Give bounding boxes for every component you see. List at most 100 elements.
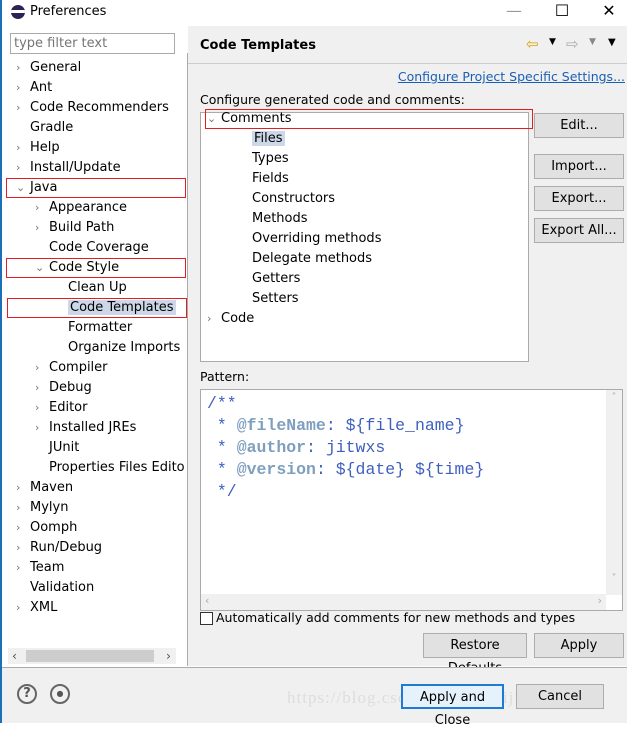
tree-item-label: Getters	[252, 271, 301, 286]
tree-item-label: Fields	[252, 171, 289, 186]
chevron-right-icon[interactable]: ›	[16, 538, 30, 558]
auto-comments-checkbox[interactable]	[200, 612, 213, 625]
highlight-box	[6, 178, 186, 198]
tree-item[interactable]: › Appearance	[35, 198, 127, 218]
tree-item[interactable]: › Installed JREs	[35, 418, 136, 438]
minimize-button[interactable]: —	[494, 0, 534, 24]
restore-defaults-button[interactable]: Restore Defaults	[423, 633, 527, 676]
tree-item[interactable]: › Code	[207, 309, 254, 329]
tree-item[interactable]: › Help	[16, 138, 60, 158]
tree-item-label: Editor	[49, 400, 88, 415]
cancel-button[interactable]: Cancel	[516, 684, 604, 709]
tree-item[interactable]: Organize Imports	[54, 338, 180, 358]
filter-input[interactable]	[10, 33, 175, 54]
chevron-right-icon[interactable]: ›	[16, 558, 30, 578]
tree-item-label: Constructors	[252, 191, 336, 206]
tree-item[interactable]: › Mylyn	[16, 498, 68, 518]
tree-item[interactable]: › Team	[16, 558, 64, 578]
chevron-right-icon[interactable]: ›	[16, 498, 30, 518]
configure-project-link[interactable]: Configure Project Specific Settings...	[398, 69, 625, 84]
chevron-right-icon[interactable]: ›	[35, 358, 49, 378]
scrollbar-thumb[interactable]	[26, 650, 154, 662]
tree-item[interactable]: › Debug	[35, 378, 92, 398]
import-export-icon[interactable]: ●	[50, 684, 70, 704]
tree-item-label: Properties Files Edito	[49, 460, 185, 475]
tree-item-label: Debug	[49, 380, 92, 395]
tree-item[interactable]: › Code Recommenders	[16, 98, 169, 118]
chevron-right-icon[interactable]: ›	[35, 198, 49, 218]
pattern-horizontal-scrollbar[interactable]: ‹ ›	[201, 594, 606, 610]
close-button[interactable]: ✕	[589, 0, 627, 24]
chevron-right-icon[interactable]: ›	[16, 78, 30, 98]
tree-item[interactable]: Fields	[238, 169, 289, 189]
forward-menu-icon[interactable]: ▼	[589, 37, 596, 47]
chevron-right-icon[interactable]: ›	[35, 378, 49, 398]
tree-item[interactable]: › XML	[16, 598, 57, 618]
scroll-right-icon[interactable]: ›	[166, 648, 171, 663]
chevron-right-icon[interactable]: ›	[16, 158, 30, 178]
apply-and-close-button[interactable]: Apply and Close	[401, 684, 504, 728]
tree-item[interactable]: › Oomph	[16, 518, 77, 538]
chevron-right-icon[interactable]: ›	[16, 98, 30, 118]
chevron-right-icon[interactable]: ›	[207, 309, 221, 329]
tree-item[interactable]: Gradle	[16, 118, 73, 138]
chevron-right-icon[interactable]: ›	[16, 518, 30, 538]
tree-item[interactable]: › Install/Update	[16, 158, 121, 178]
export-button[interactable]: Export...	[534, 186, 624, 211]
back-arrow-icon[interactable]: ⇦	[526, 35, 539, 53]
chevron-right-icon[interactable]: ›	[16, 598, 30, 618]
import-button[interactable]: Import...	[534, 154, 624, 179]
tree-item[interactable]: › Ant	[16, 78, 52, 98]
tree-item[interactable]: Methods	[238, 209, 308, 229]
tree-item-label: Build Path	[49, 220, 115, 235]
code-text: : ${date} ${time}	[315, 460, 485, 479]
apply-button[interactable]: Apply	[534, 633, 624, 658]
tree-item[interactable]: Clean Up	[54, 278, 127, 298]
horizontal-scrollbar[interactable]: ‹ ›	[8, 648, 176, 664]
code-tag: @fileName	[236, 416, 326, 435]
tree-item-label: Setters	[252, 291, 299, 306]
tree-item[interactable]: Constructors	[238, 189, 335, 209]
tree-item[interactable]: Delegate methods	[238, 249, 372, 269]
edit-button[interactable]: Edit...	[534, 113, 624, 138]
tree-item[interactable]: Code Coverage	[35, 238, 149, 258]
tree-item[interactable]: Getters	[238, 269, 300, 289]
eclipse-logo-icon	[11, 5, 25, 19]
content-pane: Code Templates ⇦ ▼ ⇨ ▼ ▼ Configure Proje…	[188, 26, 627, 676]
tree-item[interactable]: Files	[238, 129, 285, 149]
pattern-editor[interactable]: /** * @fileName: ${file_name} * @author:…	[200, 389, 623, 611]
maximize-button[interactable]: ☐	[542, 0, 582, 24]
tree-item-label: Clean Up	[68, 280, 127, 295]
code-line: * @version: ${date} ${time}	[207, 459, 484, 481]
chevron-right-icon[interactable]: ›	[16, 478, 30, 498]
help-icon[interactable]: ?	[17, 684, 37, 704]
chevron-right-icon[interactable]: ›	[35, 418, 49, 438]
tree-item[interactable]: › Compiler	[35, 358, 108, 378]
tree-item[interactable]: Properties Files Edito	[35, 458, 185, 478]
view-menu-icon[interactable]: ▼	[608, 37, 616, 48]
forward-arrow-icon[interactable]: ⇨	[566, 35, 579, 53]
vertical-scrollbar[interactable]: ˄ ˅	[606, 390, 622, 595]
chevron-right-icon[interactable]: ›	[16, 60, 30, 78]
tree-item[interactable]: Formatter	[54, 318, 132, 338]
tree-item[interactable]: Setters	[238, 289, 299, 309]
tree-item[interactable]: JUnit	[35, 438, 79, 458]
tree-item-label: Gradle	[30, 120, 74, 135]
tree-item-label: Maven	[30, 480, 74, 495]
chevron-right-icon[interactable]: ›	[16, 138, 30, 158]
chevron-right-icon[interactable]: ›	[35, 218, 49, 238]
tree-item[interactable]: Validation	[16, 578, 94, 598]
tree-item[interactable]: › Editor	[35, 398, 87, 418]
tree-item-label: Code Recommenders	[30, 100, 169, 115]
tree-item[interactable]: › General	[16, 60, 81, 78]
chevron-right-icon[interactable]: ›	[35, 398, 49, 418]
tree-item[interactable]: › Maven	[16, 478, 73, 498]
tree-item[interactable]: Types	[238, 149, 289, 169]
tree-item[interactable]: › Run/Debug	[16, 538, 102, 558]
back-menu-icon[interactable]: ▼	[549, 37, 556, 47]
export-all-button[interactable]: Export All...	[534, 218, 624, 243]
code-text: *	[207, 460, 237, 479]
scroll-left-icon[interactable]: ‹	[12, 648, 17, 663]
tree-item[interactable]: › Build Path	[35, 218, 114, 238]
tree-item[interactable]: Overriding methods	[238, 229, 381, 249]
